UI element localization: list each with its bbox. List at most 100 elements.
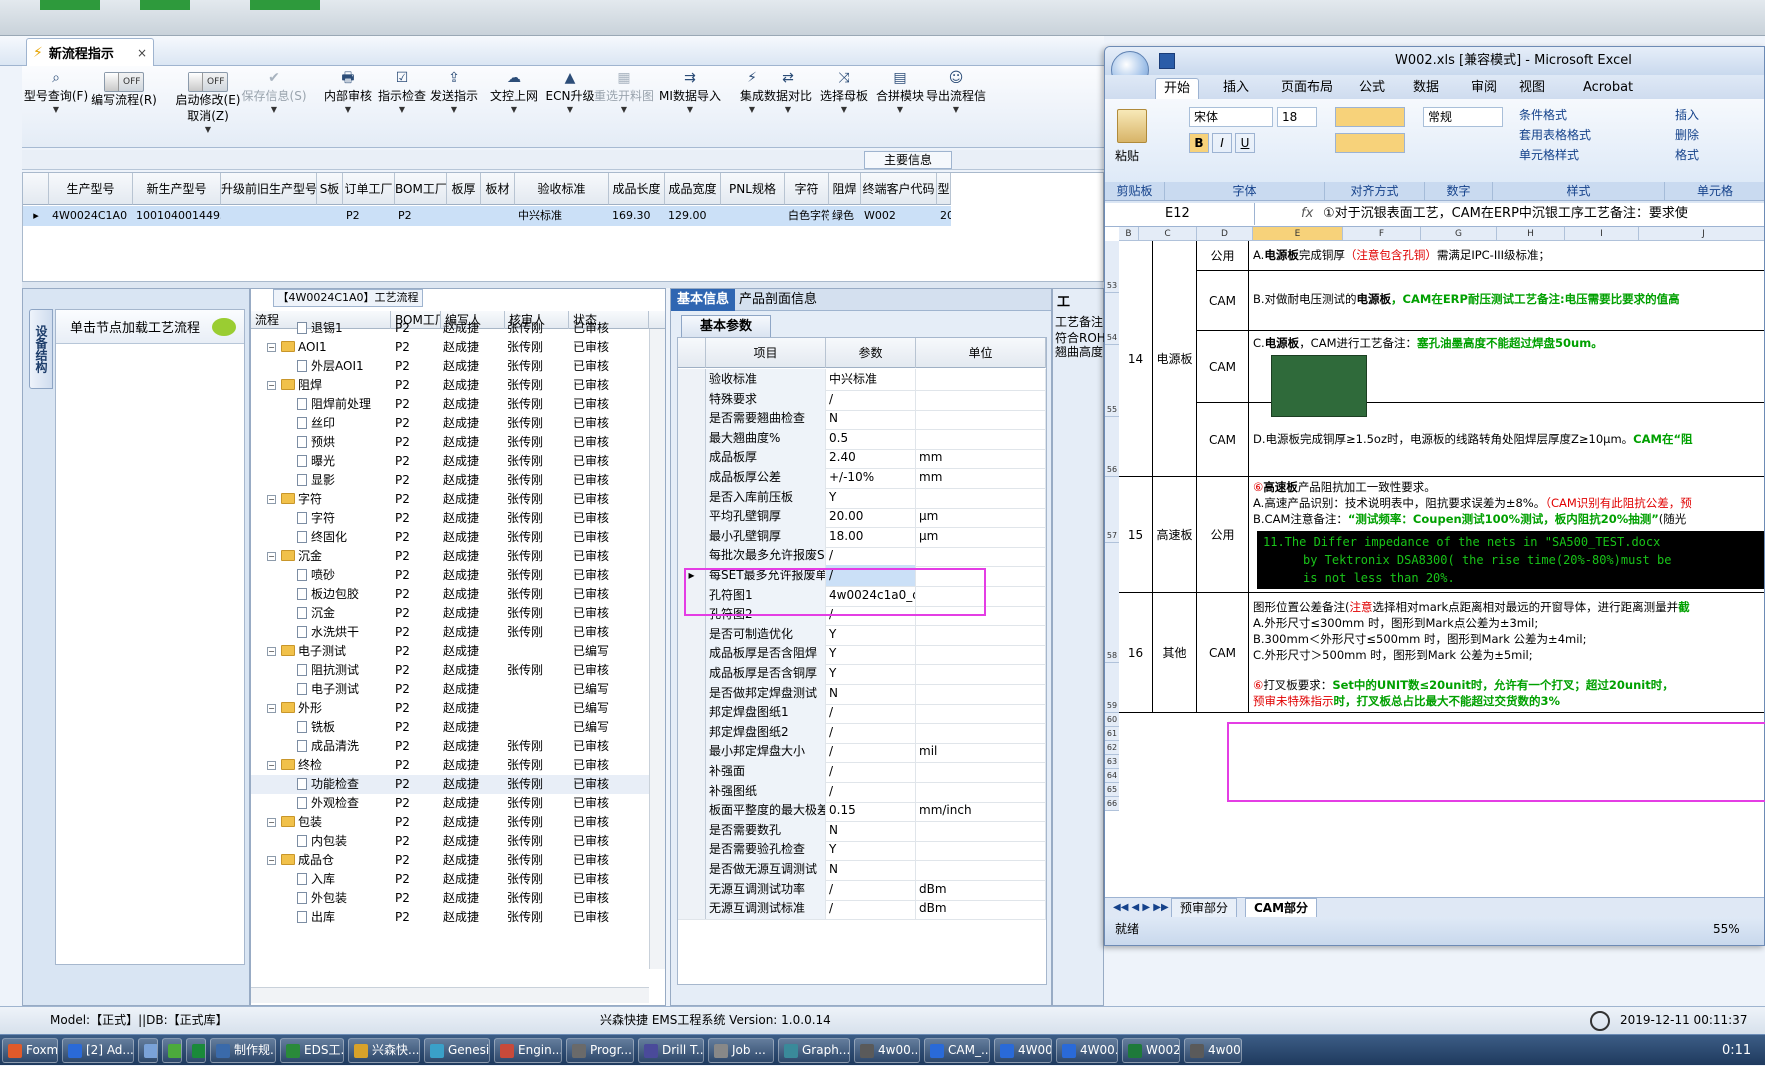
params-row[interactable]: 无源互调测试标准 / dBm xyxy=(678,898,1046,921)
param-value[interactable]: +/-10% xyxy=(826,467,916,488)
zoom-level[interactable]: 55% xyxy=(1713,917,1740,941)
column-header[interactable]: 成品宽度 xyxy=(665,173,721,205)
tab-new-process[interactable]: ⚡ 新流程指示 × xyxy=(26,38,154,66)
tree-node[interactable]: − 包装 P2 赵成捷 张传刚 已审核 xyxy=(251,813,649,832)
save-icon[interactable] xyxy=(1159,53,1175,69)
taskbar-item[interactable]: 兴森快... xyxy=(348,1038,420,1063)
taskbar-item[interactable]: 4W00... xyxy=(1056,1038,1118,1063)
sheet-tab-prereview[interactable]: 预审部分 xyxy=(1171,898,1238,919)
subtab-basic-params[interactable]: 基本参数 xyxy=(681,315,771,337)
tree-node[interactable]: 字符 P2 赵成捷 张传刚 已审核 xyxy=(251,509,649,528)
column-header[interactable]: PNL规格 xyxy=(721,173,785,205)
param-value[interactable]: 0.5 xyxy=(826,427,916,449)
taskbar-item[interactable] xyxy=(186,1038,206,1063)
format-cells-button[interactable]: 格式 xyxy=(1675,145,1699,165)
taskbar-item[interactable]: Genesis xyxy=(424,1038,490,1063)
tree-node[interactable]: − 外形 P2 赵成捷 已编写 xyxy=(251,699,649,718)
row-header[interactable]: 60 xyxy=(1105,713,1119,727)
ribbon-button-9[interactable]: ▦ 重选开料图 ▼ xyxy=(594,66,654,148)
params-tab[interactable]: 基本信息 xyxy=(671,289,736,311)
bold-icon[interactable]: B xyxy=(1189,133,1209,153)
ribbon-button-0[interactable]: ⌕ 型号查询(F) ▼ xyxy=(24,66,88,148)
grid-cell[interactable]: 中兴标准 xyxy=(515,206,609,226)
tree-node[interactable]: − 沉金 P2 赵成捷 张传刚 已审核 xyxy=(251,547,649,566)
tree-horizontal-scrollbar[interactable] xyxy=(251,987,649,1003)
grid-cell[interactable]: 4W0024C1A0 xyxy=(49,206,133,226)
ribbon-button-13[interactable]: ⤨ 选择母板 ▼ xyxy=(814,66,874,148)
param-value[interactable]: 20.00 xyxy=(826,506,916,528)
param-value[interactable]: 2.40 xyxy=(826,447,916,469)
paste-icon[interactable] xyxy=(1117,109,1147,143)
grid-cell[interactable] xyxy=(221,206,317,226)
column-header[interactable]: B xyxy=(1119,227,1139,241)
row-header[interactable]: 56 xyxy=(1105,417,1119,477)
tree-node[interactable]: − 成品仓 P2 赵成捷 张传刚 已审核 xyxy=(251,851,649,870)
grid-cell[interactable] xyxy=(447,206,481,226)
grid-cell[interactable]: 169.30 xyxy=(609,206,665,226)
remarks-tab[interactable]: 工 xyxy=(1057,291,1070,310)
taskbar-item[interactable]: Graph... xyxy=(778,1038,850,1063)
column-header[interactable]: E xyxy=(1253,227,1343,241)
taskbar-item[interactable]: EDS工... xyxy=(280,1038,344,1063)
expand-toggle-icon[interactable]: − xyxy=(267,552,276,561)
column-header[interactable]: G xyxy=(1421,227,1497,241)
expand-toggle-icon[interactable]: − xyxy=(267,381,276,390)
delete-cells-button[interactable]: 删除 xyxy=(1675,125,1699,145)
column-header[interactable]: 生产型号 xyxy=(49,173,133,205)
grid-cell[interactable]: P2 xyxy=(343,206,395,226)
param-value[interactable]: 18.00 xyxy=(826,525,916,547)
column-header[interactable]: 板材 xyxy=(481,173,515,205)
tree-node[interactable]: 内包装 P2 赵成捷 张传刚 已审核 xyxy=(251,832,649,851)
row-header[interactable]: 59 xyxy=(1105,663,1119,713)
params-tab[interactable]: 产品剖面信息 xyxy=(733,289,823,311)
expand-toggle-icon[interactable]: − xyxy=(267,761,276,770)
taskbar-item[interactable] xyxy=(138,1038,158,1063)
name-box[interactable]: E12 xyxy=(1115,203,1255,225)
menu-4[interactable]: 数据 xyxy=(1405,78,1447,99)
column-header[interactable]: 板厚 xyxy=(447,173,481,205)
row-header[interactable]: 62 xyxy=(1105,741,1119,755)
tree-node[interactable]: 退锡1 P2 赵成捷 张传刚 已审核 xyxy=(251,319,649,338)
menu-6[interactable]: 视图 xyxy=(1511,78,1553,99)
tree-node[interactable]: 成品清洗 P2 赵成捷 张传刚 已审核 xyxy=(251,737,649,756)
number-format-select[interactable]: 常规 xyxy=(1423,107,1503,127)
table-format-button[interactable]: 套用表格格式 xyxy=(1519,125,1591,145)
param-value[interactable]: / xyxy=(826,388,916,410)
sheet-nav-icon[interactable]: ◀◀ ◀ ▶ ▶▶ xyxy=(1113,898,1169,917)
param-value[interactable]: / xyxy=(826,780,916,802)
tree-node[interactable]: 铣板 P2 赵成捷 已编写 xyxy=(251,718,649,737)
row-header[interactable]: 55 xyxy=(1105,345,1119,417)
column-header[interactable]: 型 xyxy=(937,173,951,205)
taskbar-item[interactable]: Foxmail xyxy=(2,1038,58,1063)
ribbon-button-15[interactable]: ☺ 导出流程信 ▼ xyxy=(926,66,986,148)
row-header[interactable]: 65 xyxy=(1105,783,1119,797)
vertical-tab-structure[interactable]: 设备结构 xyxy=(29,309,53,389)
row-header[interactable]: 58 xyxy=(1105,543,1119,663)
expand-toggle-icon[interactable]: − xyxy=(267,647,276,656)
expand-toggle-icon[interactable]: − xyxy=(267,495,276,504)
column-header[interactable]: 新生产型号 xyxy=(133,173,221,205)
taskbar-item[interactable]: 4W00... xyxy=(994,1038,1052,1063)
grid-cell[interactable]: W002 xyxy=(861,206,937,226)
column-header[interactable]: BOM工厂 xyxy=(395,173,447,205)
close-icon[interactable]: × xyxy=(137,46,147,60)
tree-node[interactable]: 沉金 P2 赵成捷 张传刚 已审核 xyxy=(251,604,649,623)
ribbon-button-14[interactable]: ▤ 合拼模块 ▼ xyxy=(870,66,930,148)
column-header[interactable]: F xyxy=(1343,227,1421,241)
ribbon-button-7[interactable]: ☁ 文控上网 ▼ xyxy=(484,66,544,148)
param-value[interactable]: Y xyxy=(826,663,916,684)
taskbar-item[interactable]: Drill T... xyxy=(638,1038,704,1063)
toggle-switch[interactable]: OFF xyxy=(188,72,228,92)
grid-cell[interactable]: 201 xyxy=(937,206,951,226)
column-header[interactable]: H xyxy=(1497,227,1565,241)
underline-icon[interactable]: U xyxy=(1235,133,1255,153)
column-header[interactable]: 成品长度 xyxy=(609,173,665,205)
menu-0[interactable]: 开始 xyxy=(1155,78,1200,99)
tree-node[interactable]: − 电子测试 P2 赵成捷 已编写 xyxy=(251,642,649,661)
tree-node[interactable]: 喷砂 P2 赵成捷 张传刚 已审核 xyxy=(251,566,649,585)
taskbar-item[interactable]: 4w00... xyxy=(1184,1038,1242,1063)
tree-node[interactable]: − 字符 P2 赵成捷 张传刚 已审核 xyxy=(251,490,649,509)
italic-icon[interactable]: I xyxy=(1212,133,1232,153)
taskbar-item[interactable]: Progr... xyxy=(566,1038,634,1063)
param-value[interactable]: Y xyxy=(826,623,916,645)
